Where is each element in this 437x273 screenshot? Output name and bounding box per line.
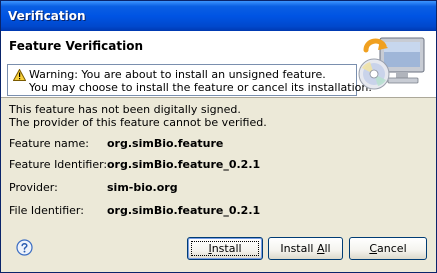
install-all-mnemonic: A <box>316 242 325 255</box>
file-identifier-label: File Identifier: <box>9 204 84 217</box>
install-label: nstall <box>211 242 242 255</box>
cancel-label: ancel <box>377 242 407 255</box>
install-all-button[interactable]: Install All <box>268 237 343 260</box>
install-all-label: ll <box>324 242 331 255</box>
window-title: Verification <box>8 9 86 23</box>
unsigned-message-line-2: The provider of this feature cannot be v… <box>9 116 267 129</box>
install-all-prefix: Install <box>280 242 317 255</box>
install-button[interactable]: Install <box>187 237 263 260</box>
install-mnemonic: I <box>208 242 212 255</box>
feature-identifier-label: Feature Identifier: <box>9 158 108 171</box>
help-icon[interactable] <box>16 239 33 256</box>
verification-dialog: Verification Feature Verification Warnin… <box>0 0 437 273</box>
feature-identifier-value: org.simBio.feature_0.2.1 <box>107 158 261 171</box>
warning-icon <box>13 69 26 81</box>
install-computer-cd-icon <box>358 37 425 90</box>
unsigned-message-line-1: This feature has not been digitally sign… <box>9 103 241 116</box>
feature-name-value: org.simBio.feature <box>107 137 224 150</box>
cancel-mnemonic: C <box>369 242 378 255</box>
file-identifier-value: org.simBio.feature_0.2.1 <box>107 204 261 217</box>
feature-name-label: Feature name: <box>9 137 89 150</box>
warning-message-box: Warning: You are about to install an uns… <box>7 64 372 96</box>
warning-text-line-1: Warning: You are about to install an uns… <box>29 68 326 81</box>
header-title: Feature Verification <box>9 39 144 53</box>
title-bar: Verification <box>1 1 436 31</box>
cancel-button[interactable]: Cancel <box>349 237 427 260</box>
provider-value: sim-bio.org <box>107 181 178 194</box>
header-banner: Feature Verification Warning: You are ab… <box>1 31 436 98</box>
warning-text-line-2: You may choose to install the feature or… <box>29 81 372 94</box>
provider-label: Provider: <box>9 181 58 194</box>
